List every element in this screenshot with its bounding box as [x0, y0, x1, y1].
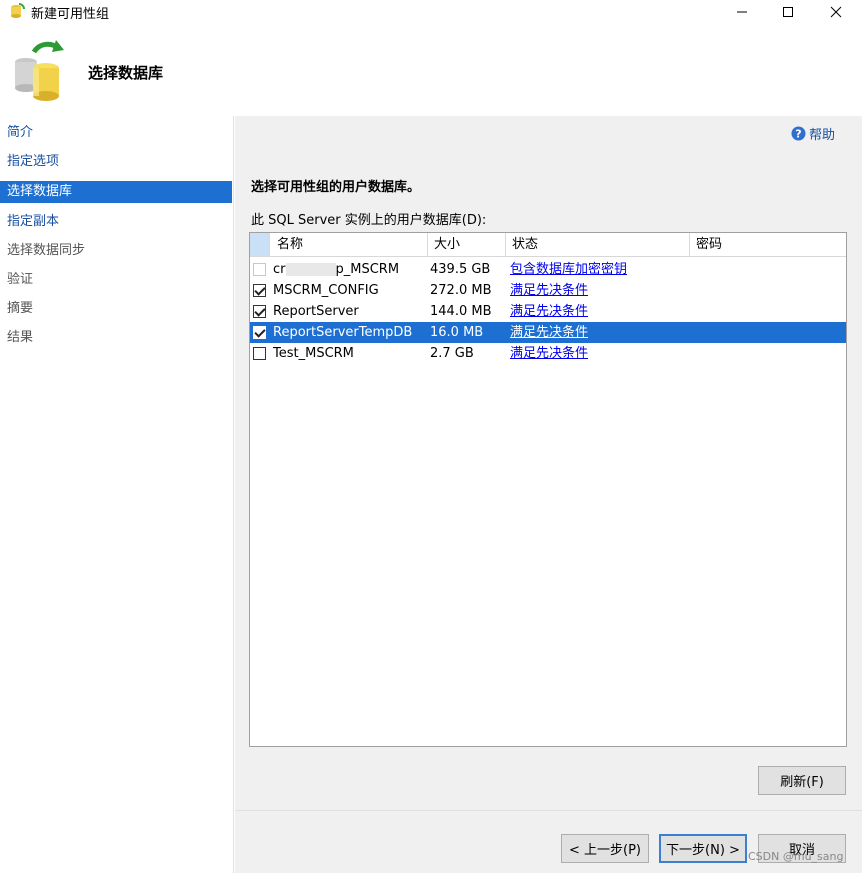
- sidebar-item-summary: 摘要: [7, 301, 34, 316]
- title-bar: 新建可用性组: [0, 0, 865, 24]
- wizard-sidebar: 简介 指定选项 选择数据库 指定副本 选择数据同步 验证 摘要 结果: [0, 116, 234, 873]
- page-heading: 选择数据库: [88, 64, 164, 82]
- database-status-link[interactable]: 满足先决条件: [510, 343, 588, 364]
- column-header-name[interactable]: 名称: [271, 233, 428, 256]
- sidebar-item-validation: 验证: [7, 272, 34, 287]
- table-row[interactable]: ReportServer 144.0 MB 满足先决条件: [250, 301, 846, 322]
- database-status-link[interactable]: 包含数据库加密密钥: [510, 259, 627, 280]
- table-row[interactable]: cr p_MSCRM 439.5 GB 包含数据库加密密钥: [250, 259, 846, 280]
- refresh-button[interactable]: 刷新(F): [758, 766, 846, 795]
- row-checkbox[interactable]: [253, 326, 266, 339]
- column-header-password[interactable]: 密码: [690, 233, 846, 256]
- app-icon: [11, 3, 25, 18]
- help-icon: ?: [791, 126, 806, 141]
- database-grid[interactable]: 名称 大小 状态 密码 cr p_MSCRM 439.5 GB 包含数据库加密密钥…: [249, 232, 847, 747]
- table-row[interactable]: MSCRM_CONFIG 272.0 MB 满足先决条件: [250, 280, 846, 301]
- database-name-cell: cr p_MSCRM: [273, 262, 400, 277]
- help-link[interactable]: ? 帮助: [791, 124, 835, 143]
- svg-text:?: ?: [795, 128, 801, 141]
- column-header-status[interactable]: 状态: [506, 233, 690, 256]
- row-checkbox: [253, 263, 266, 276]
- window-title: 新建可用性组: [31, 7, 110, 22]
- database-sync-icon: [15, 40, 64, 101]
- maximize-button[interactable]: [765, 0, 811, 24]
- sidebar-item-results: 结果: [7, 330, 34, 345]
- sidebar-item-select-databases[interactable]: 选择数据库: [0, 181, 232, 203]
- close-button[interactable]: [813, 0, 859, 24]
- database-size-cell: 439.5 GB: [430, 262, 491, 277]
- row-checkbox[interactable]: [253, 347, 266, 360]
- database-name-cell: MSCRM_CONFIG: [273, 283, 379, 298]
- database-name-cell: ReportServerTempDB: [273, 325, 413, 340]
- next-button[interactable]: 下一步(N) >: [659, 834, 747, 863]
- database-status-link[interactable]: 满足先决条件: [510, 280, 588, 301]
- redacted-text: [285, 263, 336, 276]
- main-panel: ? 帮助 选择可用性组的用户数据库。 此 SQL Server 实例上的用户数据…: [235, 116, 862, 873]
- grid-header: 名称 大小 状态 密码: [250, 233, 846, 257]
- table-row-selected[interactable]: ReportServerTempDB 16.0 MB 满足先决条件: [250, 322, 846, 343]
- column-header-size[interactable]: 大小: [428, 233, 506, 256]
- wizard-header: 选择数据库: [0, 24, 862, 116]
- minimize-button[interactable]: [719, 0, 765, 24]
- sidebar-item-replicas[interactable]: 指定副本: [0, 211, 232, 233]
- close-icon: [830, 6, 842, 18]
- back-button[interactable]: < 上一步(P): [561, 834, 649, 863]
- sidebar-item-data-sync: 选择数据同步: [7, 243, 86, 258]
- database-status-link[interactable]: 满足先决条件: [510, 322, 588, 343]
- section-title: 选择可用性组的用户数据库。: [251, 180, 421, 195]
- maximize-icon: [783, 7, 793, 17]
- watermark: CSDN @mu_sang: [748, 850, 844, 863]
- database-size-cell: 16.0 MB: [430, 325, 484, 340]
- select-all-header[interactable]: [250, 233, 270, 256]
- database-size-cell: 2.7 GB: [430, 346, 474, 361]
- database-status-link[interactable]: 满足先决条件: [510, 301, 588, 322]
- database-name-cell: Test_MSCRM: [273, 346, 354, 361]
- footer-divider: [235, 810, 862, 811]
- help-label: 帮助: [809, 128, 836, 143]
- database-list-label: 此 SQL Server 实例上的用户数据库(D):: [251, 213, 487, 228]
- table-row[interactable]: Test_MSCRM 2.7 GB 满足先决条件: [250, 343, 846, 364]
- row-checkbox[interactable]: [253, 284, 266, 297]
- sidebar-item-options[interactable]: 指定选项: [0, 151, 232, 173]
- row-checkbox[interactable]: [253, 305, 266, 318]
- minimize-icon: [737, 11, 747, 13]
- sidebar-item-intro[interactable]: 简介: [0, 122, 232, 144]
- database-size-cell: 144.0 MB: [430, 304, 492, 319]
- database-size-cell: 272.0 MB: [430, 283, 492, 298]
- database-name-cell: ReportServer: [273, 304, 359, 319]
